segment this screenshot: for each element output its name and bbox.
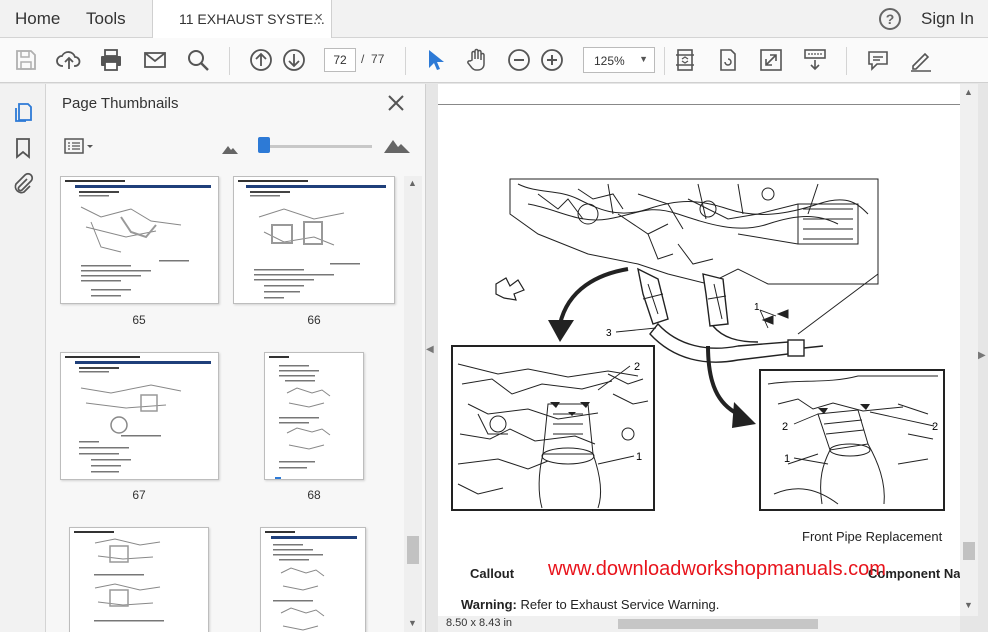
thumbnail-page-67[interactable] (60, 352, 219, 480)
large-thumbnail-icon[interactable] (384, 137, 410, 153)
comment-icon[interactable] (865, 47, 891, 73)
watermark-link[interactable]: www.downloadworkshopmanuals.com (548, 558, 886, 581)
warning-body: Refer to Exhaust Service Warning. (516, 597, 720, 612)
warning-text: Warning: Refer to Exhaust Service Warnin… (461, 597, 719, 612)
select-cursor-icon[interactable] (422, 47, 448, 73)
menu-tools[interactable]: Tools (86, 9, 126, 29)
horizontal-scrollbar-thumb[interactable] (618, 619, 818, 629)
collapse-left-panel-icon[interactable]: ◀ (426, 344, 436, 355)
scroll-up-icon[interactable]: ▲ (964, 87, 973, 97)
thumbnails-scrollbar[interactable]: ▲ ▼ (404, 176, 422, 632)
toolbar-divider (405, 47, 406, 75)
status-bar: 8.50 x 8.43 in (438, 616, 960, 632)
scroll-up-icon[interactable]: ▲ (408, 178, 417, 188)
panel-title: Page Thumbnails (62, 95, 179, 112)
help-icon[interactable]: ? (879, 8, 901, 30)
bookmark-icon[interactable] (11, 136, 35, 160)
figure-caption: Front Pipe Replacement (802, 529, 943, 544)
full-screen-icon[interactable] (758, 47, 784, 73)
page-size: 8.50 x 8.43 in (446, 617, 513, 629)
fit-page-icon[interactable] (672, 47, 698, 73)
scroll-down-icon[interactable]: ▼ (964, 600, 973, 610)
slider-knob[interactable] (258, 137, 270, 153)
previous-page-icon[interactable] (248, 47, 274, 73)
save-icon[interactable] (13, 47, 39, 73)
menu-bar: Home Tools 11 EXHAUST SYSTE... × ? Sign … (0, 0, 988, 38)
thumbnail-page-69[interactable] (69, 527, 209, 632)
page-number-input[interactable]: 72 (324, 48, 356, 72)
toolbar-divider (846, 47, 847, 75)
document-tab[interactable]: 11 EXHAUST SYSTE... × (152, 0, 332, 38)
thumbnail-page-66[interactable] (233, 176, 395, 304)
toolbar-divider (229, 47, 230, 75)
thumbnail-label: 66 (307, 313, 321, 327)
callout-label: 3 (606, 328, 612, 339)
zoom-out-icon[interactable] (506, 47, 532, 73)
pdf-page: 3 1 2 1 2 2 1 Front Pipe Replacement Cal… (438, 84, 960, 616)
thumbnail-label: 65 (132, 313, 146, 327)
chevron-down-icon: ▼ (639, 54, 648, 64)
thumbnail-size-slider[interactable] (264, 145, 372, 148)
thumbnail-options-icon[interactable] (64, 136, 96, 156)
scrollbar-thumb[interactable] (407, 536, 419, 564)
thumbnails-panel: Page Thumbnails 65 66 67 68 ▲ ▼ (46, 84, 426, 632)
callout-label: 1 (636, 451, 642, 463)
toolbar-divider (664, 47, 665, 75)
warning-label: Warning: (461, 597, 517, 612)
callout-label: 2 (634, 361, 640, 373)
collapse-right-panel-icon[interactable]: ▶ (978, 350, 988, 361)
thumbnails-list: 65 66 67 68 (46, 176, 408, 632)
table-header-callout: Callout (470, 566, 515, 581)
next-page-icon[interactable] (281, 47, 307, 73)
menu-home[interactable]: Home (15, 9, 60, 29)
document-scrollbar[interactable]: ▲ ▼ (960, 84, 978, 616)
tab-title: 11 EXHAUST SYSTE... (179, 11, 325, 27)
front-pipe-illustration: 3 1 2 1 2 2 1 (451, 178, 945, 511)
sign-pen-icon[interactable] (908, 47, 934, 73)
page-thumbnails-icon[interactable] (11, 100, 35, 124)
scroll-down-icon[interactable]: ▼ (408, 618, 417, 628)
thumbnail-page-68[interactable] (264, 352, 364, 480)
zoom-in-icon[interactable] (539, 47, 565, 73)
zoom-select[interactable]: 125% ▼ (583, 47, 655, 73)
scroll-mode-icon[interactable] (802, 47, 828, 73)
callout-label: 2 (782, 421, 788, 433)
sign-in-link[interactable]: Sign In (921, 9, 974, 29)
callout-label: 2 (932, 421, 938, 433)
hand-tool-icon[interactable] (464, 47, 490, 73)
document-view: ◀ 3 1 2 1 2 2 1 Front Pipe Replacement C… (426, 84, 988, 632)
callout-label: 1 (754, 302, 760, 313)
thumbnail-label: 68 (307, 488, 321, 502)
rotate-page-icon[interactable] (715, 47, 741, 73)
search-icon[interactable] (185, 47, 211, 73)
small-thumbnail-icon[interactable] (222, 141, 238, 154)
callout-label: 1 (784, 453, 790, 465)
thumbnail-label: 67 (132, 488, 146, 502)
scrollbar-thumb[interactable] (963, 542, 975, 560)
toolbar: 72 / 77 125% ▼ (0, 38, 988, 83)
left-rail (0, 84, 46, 632)
email-icon[interactable] (142, 47, 168, 73)
tab-close-icon[interactable]: × (314, 9, 323, 26)
print-icon[interactable] (98, 47, 124, 73)
thumbnail-page-65[interactable] (60, 176, 219, 304)
zoom-value: 125% (594, 54, 625, 68)
cloud-upload-icon[interactable] (56, 47, 82, 73)
page-total: / 77 (361, 52, 385, 66)
close-icon[interactable] (386, 93, 406, 113)
thumbnail-page-70[interactable] (260, 527, 366, 632)
attachment-icon[interactable] (11, 172, 35, 196)
